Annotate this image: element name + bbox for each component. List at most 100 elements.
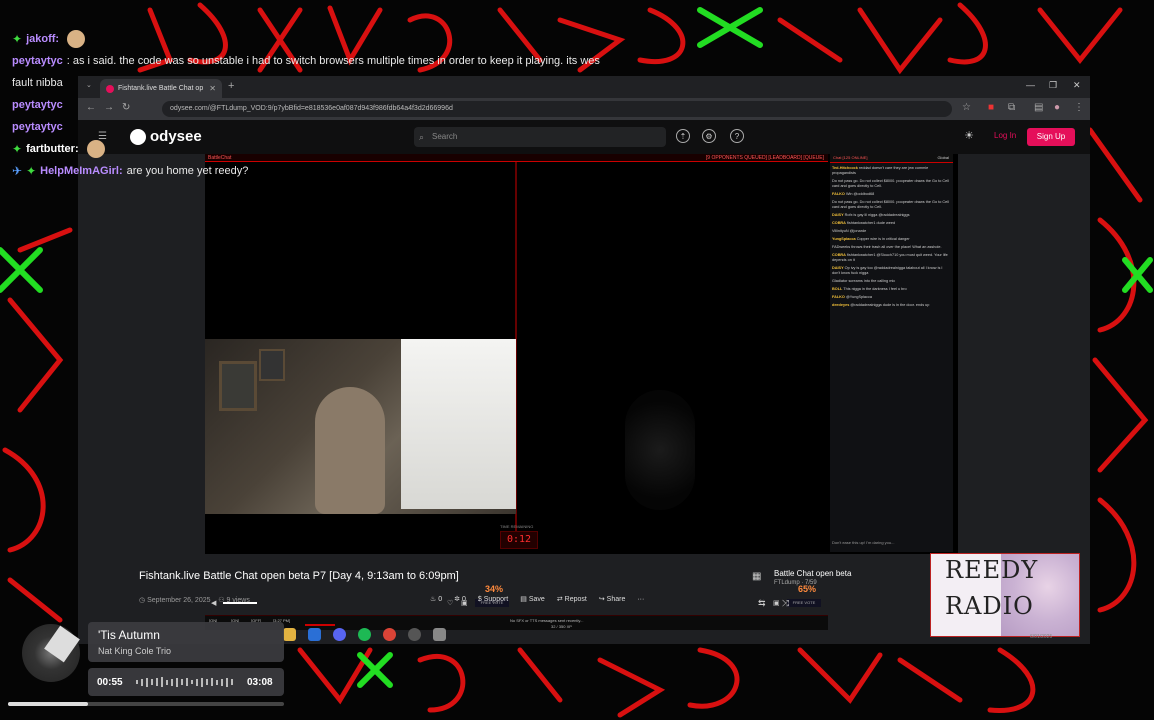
chat-username: peytaytyc [12, 99, 63, 111]
chat-text: Op ivy is gay too @raddadrealnigga talab… [832, 266, 943, 275]
support-button[interactable]: $ Support [478, 596, 508, 603]
video-actions: ♨ 0 ✲ 0 $ Support ▤ Save ⇄ Repost ↪ Shar… [430, 595, 644, 604]
file-explorer-icon[interactable] [283, 627, 296, 641]
song-progress-bar [8, 702, 284, 706]
overlay-chat-message: ✈ ✦ HelpMeImAGirl: are you home yet reed… [12, 160, 652, 182]
chat-global-tab[interactable]: Global [937, 154, 949, 162]
close-window-icon[interactable]: ✕ [1073, 80, 1081, 91]
chat-message: COBRA fishtankwatcher1 dude weed [832, 221, 951, 226]
extension-icon[interactable]: ■ [988, 102, 994, 113]
webcam-feed-left [205, 339, 516, 514]
now-playing-widget: 'Tis Autumn Nat King Cole Trio [88, 622, 284, 662]
chat-user: FALKO [832, 295, 845, 299]
repost-button[interactable]: ⇄ Repost [557, 595, 587, 603]
help-icon[interactable]: ? [730, 129, 744, 143]
chat-message: Ted-Hitchcock reddad doesn't care they a… [832, 166, 951, 176]
waveform-bar [161, 677, 163, 687]
xp-progress-bar [305, 624, 335, 626]
chat-message: BOLL This nigga in the darkness I feel u… [832, 287, 951, 292]
more-options-button[interactable]: ··· [637, 596, 644, 603]
chat-text: Do not pass go. Do not collect $8000. po… [832, 179, 949, 188]
chat-text: This nigga in the darkness I feel u bro [843, 287, 907, 291]
chat-message: YungSplacca Copper wire is in critical d… [832, 237, 951, 242]
chat-username: jakoff: [26, 33, 60, 45]
chat-message: Do not pass go. Do not collect $8000. po… [832, 179, 951, 189]
slime-icon: ✲ [454, 596, 461, 603]
profile-avatar-icon[interactable]: ● [1054, 102, 1060, 113]
save-button[interactable]: ▤ Save [520, 595, 545, 603]
chat-message: Gladiator screams into the calling mic [832, 279, 951, 284]
overlay-chat-message: peytaytyc [12, 116, 652, 138]
waveform-bar [231, 679, 233, 685]
chat-text: fault nibba [12, 77, 63, 89]
support-label: Support [483, 595, 509, 603]
taskbar-icons [283, 627, 446, 641]
like-button[interactable]: ♨ 0 [430, 595, 442, 603]
waveform-bar [216, 679, 218, 685]
login-link[interactable]: Log In [994, 131, 1016, 140]
chat-text: Win @oddbod68 [845, 192, 875, 196]
save-icon: ▤ [520, 596, 527, 603]
sidebar-icon[interactable]: ▤ [1034, 102, 1043, 113]
waveform-bar [171, 678, 173, 686]
waveform-bar [211, 678, 213, 686]
settings-gear-icon[interactable]: ⚙ [702, 129, 716, 143]
shuffle-icon[interactable]: ⤨ [782, 598, 789, 609]
chat-user: FALKO [832, 192, 845, 196]
theme-toggle-icon[interactable]: ☀ [962, 129, 976, 143]
video-player[interactable]: BattleChat [9 OPPONENTS QUEUED] [LEADBOA… [205, 154, 958, 630]
loop-icon[interactable]: ⇆ [758, 598, 766, 609]
chat-text: : as i said. the code was so unstable i … [66, 55, 600, 67]
chat-username: fartbutter: [26, 143, 79, 155]
repost-icon: ⇄ [556, 596, 563, 603]
overlay-chat-message: peytaytyc : as i said. the code was so u… [12, 50, 652, 72]
dislike-button[interactable]: ✲ 0 [454, 595, 466, 603]
waveform [136, 677, 240, 687]
fire-icon: ♨ [430, 596, 437, 603]
vote-percent-left: 34% [485, 584, 504, 594]
playlist-title: Battle Chat open beta [774, 569, 852, 578]
chat-user: DAISY [832, 213, 844, 217]
chat-message: Do not pass go. Do not collect $8000. po… [832, 200, 951, 210]
album-disc-icon [22, 624, 80, 682]
window [401, 339, 516, 509]
spotify-icon[interactable] [358, 627, 371, 641]
chat-user: YungSplacca [832, 237, 856, 241]
overlay-chat-message: peytaytyc [12, 94, 652, 116]
steam-icon[interactable] [308, 627, 321, 641]
chat-message: FADweeks throws their trash all over the… [832, 245, 951, 250]
chat-text: Copper wire is in critical danger [856, 237, 910, 241]
chat-message: DAISY Rofx is gay lil nigga @raddadrealn… [832, 213, 951, 218]
menu-kebab-icon[interactable]: ⋮ [1074, 102, 1084, 113]
countdown-timer: 0:12 [500, 531, 538, 549]
minimize-icon[interactable]: — [1026, 80, 1035, 90]
chat-username: HelpMeImAGirl: [40, 165, 123, 177]
video-date: September 26, 2025 [147, 597, 211, 604]
waveform-bar [136, 680, 138, 684]
extensions-puzzle-icon[interactable]: ⧉ [1008, 102, 1015, 113]
app-icon[interactable] [433, 627, 446, 641]
upload-icon[interactable]: ⇡ [676, 129, 690, 143]
share-button[interactable]: ↪ Share [599, 595, 626, 603]
queue-status: [9 OPPONENTS QUEUED] [LEADBOARD] [QUEUE] [705, 155, 824, 161]
playlist-panel[interactable]: ▦ Battle Chat open beta FTLdump · 7/59 ⇆… [746, 566, 921, 616]
chat-message: deedeyes @raddadrealnigga dude is in the… [832, 303, 951, 308]
avatar [67, 30, 86, 48]
views-icon: ⚇ [218, 597, 225, 604]
waveform-bar [181, 679, 183, 685]
discord-icon[interactable] [333, 627, 346, 641]
chat-text: fishtankwatcher1 @Slouch710 you must qui… [832, 253, 948, 262]
chat-message: VillinityuN @jonarde [832, 229, 951, 234]
maximize-icon[interactable]: ❐ [1049, 80, 1057, 91]
bookmark-star-icon[interactable]: ☆ [962, 102, 971, 113]
signup-button[interactable]: Sign Up [1027, 128, 1075, 146]
chrome-icon[interactable] [383, 627, 396, 641]
obs-icon[interactable] [408, 627, 421, 641]
reedy-radio-logo: REEDY RADIO [930, 553, 1080, 637]
chat-user: Ted-Hitchcock [832, 166, 858, 170]
wall-picture [219, 361, 257, 411]
overlay-chat-message: ✦ fartbutter: [12, 138, 652, 160]
waveform-bar [186, 678, 188, 686]
avatar [86, 140, 105, 158]
chat-input[interactable]: Don't ease this up! I'm daring you... [832, 540, 951, 550]
